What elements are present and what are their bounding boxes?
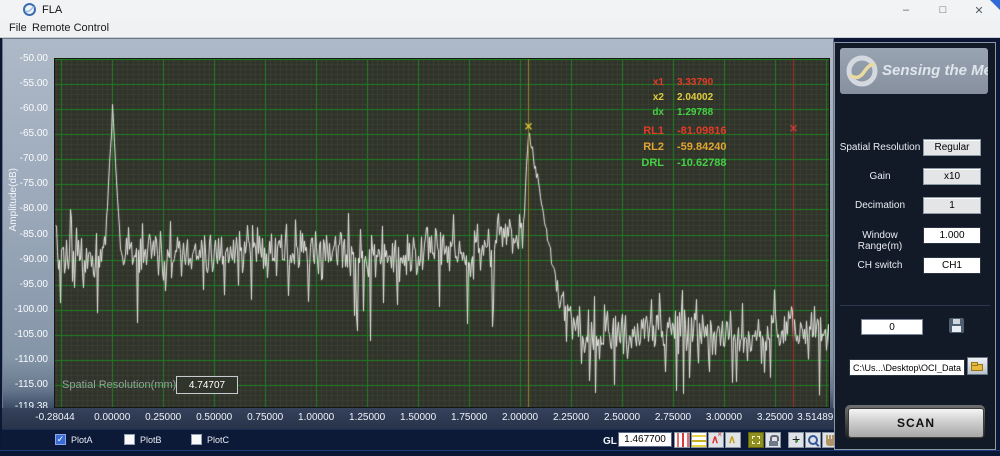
- readout-x1: x13.33790: [612, 75, 727, 90]
- x-tick-label: 2.50000: [604, 412, 640, 423]
- gain-select[interactable]: x10: [923, 168, 981, 185]
- x-tick-label: 1.25000: [349, 412, 385, 423]
- x-tick-label: 3.51489: [797, 412, 833, 423]
- y-tick-label: -55.00: [6, 78, 48, 89]
- y-tick-label: -115.00: [6, 379, 48, 390]
- y-tick-label: -85.00: [6, 229, 48, 240]
- corner-accent: [990, 0, 1000, 10]
- y-tick-label: -65.00: [6, 128, 48, 139]
- y-tick-label: -75.00: [6, 178, 48, 189]
- save-icon[interactable]: [949, 318, 964, 333]
- y-tick-label: -95.00: [6, 279, 48, 290]
- red-peak-marker-icon[interactable]: [708, 432, 724, 448]
- bottom-toolbar: ✓ PlotA PlotB PlotC GL: [2, 429, 834, 451]
- browse-folder-button[interactable]: [967, 357, 988, 375]
- plota-checkbox-box[interactable]: ✓: [55, 434, 66, 445]
- setting-spatial-resolution-label: Spatial Resolution: [839, 142, 921, 153]
- setting-decimation-label: Decimation: [839, 200, 921, 211]
- window-range-input[interactable]: 1.000: [923, 227, 981, 244]
- minimize-icon[interactable]: –: [889, 0, 923, 20]
- menu-file[interactable]: File: [5, 22, 31, 34]
- maximize-icon[interactable]: □: [926, 0, 960, 20]
- y-tick-label: -105.00: [6, 329, 48, 340]
- title-bar: FLA – □ ✕: [0, 0, 1000, 20]
- menu-remote-control[interactable]: Remote Control: [28, 22, 113, 34]
- plotc-checkbox[interactable]: PlotC: [191, 434, 229, 445]
- y-tick-label: -70.00: [6, 153, 48, 164]
- setting-window-range: Window Range(m) 1.000: [839, 227, 991, 247]
- spatial-resolution-overlay-value: 4.74707: [176, 376, 238, 394]
- x-tick-label: 3.25000: [757, 412, 793, 423]
- setting-gain-label: Gain: [839, 171, 921, 182]
- x-tick-label: 2.25000: [553, 412, 589, 423]
- y-tick-label: -60.00: [6, 103, 48, 114]
- x-tick-label: 2.75000: [655, 412, 691, 423]
- menu-bar: File Remote Control: [0, 20, 1000, 38]
- plot-tools: [674, 432, 839, 448]
- x-tick-label: 3.00000: [706, 412, 742, 423]
- setting-window-range-label: Window Range(m): [839, 230, 921, 252]
- plota-checkbox-label: PlotA: [71, 435, 93, 445]
- yellow-peak-marker-icon[interactable]: [725, 432, 741, 448]
- y-tick-label: -80.00: [6, 203, 48, 214]
- save-path-input[interactable]: [849, 359, 965, 376]
- readout-x2: x22.04002: [612, 90, 727, 105]
- decimation-select[interactable]: 1: [923, 197, 981, 214]
- window-bottom-border: [0, 450, 1000, 456]
- folder-icon: [971, 364, 983, 371]
- spatial-resolution-overlay-label: Spatial Resolution(mm): [62, 379, 176, 391]
- x-axis-ticks: -0.28044 0.00000 0.25000 0.50000 0.75000 1.00…: [2, 408, 834, 429]
- region-select-icon[interactable]: [748, 432, 764, 448]
- x-tick-label: -0.28044: [35, 412, 74, 423]
- window-title: FLA: [42, 4, 62, 16]
- plotb-checkbox[interactable]: PlotB: [124, 434, 162, 445]
- x-tick-label: 0.50000: [196, 412, 232, 423]
- panel-divider: [840, 305, 990, 306]
- ch-switch-select[interactable]: CH1: [923, 257, 981, 274]
- readout-rl2: RL2-59.84240: [612, 139, 727, 155]
- zoom-icon[interactable]: [805, 432, 821, 448]
- app-icon: [23, 3, 36, 21]
- setting-spatial-resolution: Spatial Resolution Regular: [839, 139, 991, 159]
- x-tick-label: 0.00000: [94, 412, 130, 423]
- brand-logo: Sensing the Mega: [840, 48, 988, 94]
- file-index-input[interactable]: [861, 319, 923, 335]
- setting-ch-switch-label: CH switch: [839, 260, 921, 271]
- y-tick-label: -90.00: [6, 254, 48, 265]
- spatial-resolution-select[interactable]: Regular: [923, 139, 981, 156]
- plota-checkbox[interactable]: ✓ PlotA: [55, 434, 93, 445]
- control-panel: Sensing the Mega Spatial Resolution Regu…: [834, 42, 996, 450]
- x-tick-label: 1.00000: [298, 412, 334, 423]
- setting-gain: Gain x10: [839, 168, 991, 188]
- setting-decimation: Decimation 1: [839, 197, 991, 217]
- x-tick-label: 1.50000: [400, 412, 436, 423]
- x-tick-label: 0.75000: [247, 412, 283, 423]
- brand-logo-icon: [845, 54, 879, 88]
- y-tick-label: -110.00: [6, 354, 48, 365]
- readout-dx: dx1.29788: [612, 105, 727, 120]
- readout-drl: DRL-10.62788: [612, 155, 727, 171]
- setting-ch-switch: CH switch CH1: [839, 257, 991, 277]
- cursor-readouts: x13.33790 x22.04002 dx1.29788 RL1-81.098…: [612, 75, 727, 171]
- y-tick-label: -50.00: [6, 53, 48, 64]
- vertical-cursors-icon[interactable]: [674, 432, 690, 448]
- x-tick-label: 1.75000: [451, 412, 487, 423]
- plotc-checkbox-box[interactable]: [191, 434, 202, 445]
- gl-input[interactable]: [618, 432, 672, 447]
- brand-logo-text: Sensing the Mega: [882, 62, 988, 79]
- plotc-checkbox-label: PlotC: [207, 435, 229, 445]
- lock-icon[interactable]: [765, 432, 781, 448]
- plotb-checkbox-box[interactable]: [124, 434, 135, 445]
- application-window: FLA – □ ✕ File Remote Control Amplitude(…: [0, 0, 1000, 456]
- readout-rl1: RL1-81.09816: [612, 123, 727, 139]
- scan-button-bezel: SCAN: [845, 405, 985, 439]
- x-tick-label: 0.25000: [145, 412, 181, 423]
- horizontal-cursors-icon[interactable]: [691, 432, 707, 448]
- crosshair-icon[interactable]: [788, 432, 804, 448]
- scan-button[interactable]: SCAN: [848, 408, 984, 438]
- plotb-checkbox-label: PlotB: [140, 435, 162, 445]
- y-tick-label: -100.00: [6, 304, 48, 315]
- x-tick-label: 2.00000: [502, 412, 538, 423]
- gl-label: GL: [603, 436, 617, 447]
